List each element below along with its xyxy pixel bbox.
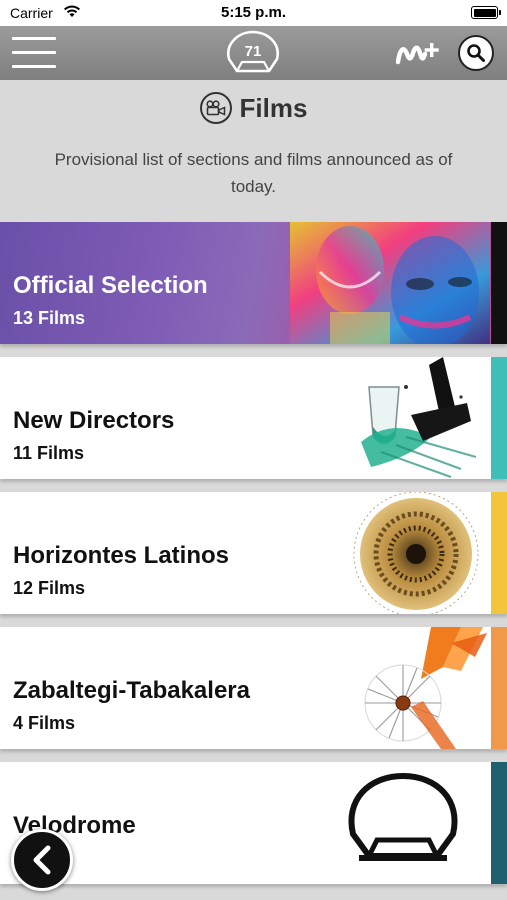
section-card-zabaltegi-tabakalera[interactable]: Zabaltegi-Tabakalera 4 Films [0, 627, 507, 749]
page-title: Films [239, 92, 308, 123]
section-name: Zabaltegi-Tabakalera [13, 677, 250, 704]
section-accent-stripe [491, 627, 507, 749]
back-button[interactable] [11, 829, 73, 891]
search-button[interactable] [458, 35, 494, 71]
page-header: Films Provisional list of sections and f… [0, 80, 507, 222]
logo-number: 71 [244, 43, 262, 60]
section-artwork [311, 492, 491, 614]
section-artwork [311, 357, 491, 479]
film-camera-icon [199, 92, 232, 124]
section-film-count: 13 Films [13, 308, 86, 328]
section-name: New Directors [13, 407, 175, 434]
section-accent-stripe [491, 357, 507, 479]
page-subtitle: Provisional list of sections and films a… [54, 150, 453, 196]
section-accent-stripe [491, 222, 507, 344]
section-film-count: 11 Films [13, 443, 85, 463]
section-card-velodrome[interactable]: Velodrome [0, 762, 507, 884]
section-card-official-selection[interactable]: Official Selection 13 Films [0, 222, 507, 344]
status-bar: Carrier 5:15 p.m. [0, 0, 507, 26]
movistar-plus-logo[interactable] [395, 40, 444, 66]
section-accent-stripe [491, 492, 507, 614]
section-artwork [290, 222, 490, 344]
section-artwork [311, 627, 491, 749]
section-name: Official Selection [13, 272, 208, 299]
battery-icon [471, 6, 501, 19]
festival-logo[interactable]: 71 [223, 29, 283, 77]
section-name: Horizontes Latinos [13, 542, 230, 569]
nav-bar: 71 [0, 26, 507, 80]
section-artwork [311, 762, 491, 884]
section-card-new-directors[interactable]: New Directors 11 Films [0, 357, 507, 479]
page-title-row: Films [0, 88, 507, 128]
section-film-count: 12 Films [13, 578, 86, 598]
clock: 5:15 p.m. [220, 4, 287, 21]
section-card-horizontes-latinos[interactable]: Horizontes Latinos 12 Films [0, 492, 507, 614]
section-film-count: 4 Films [13, 713, 76, 733]
section-accent-stripe [491, 762, 507, 884]
hamburger-icon[interactable] [12, 37, 56, 71]
